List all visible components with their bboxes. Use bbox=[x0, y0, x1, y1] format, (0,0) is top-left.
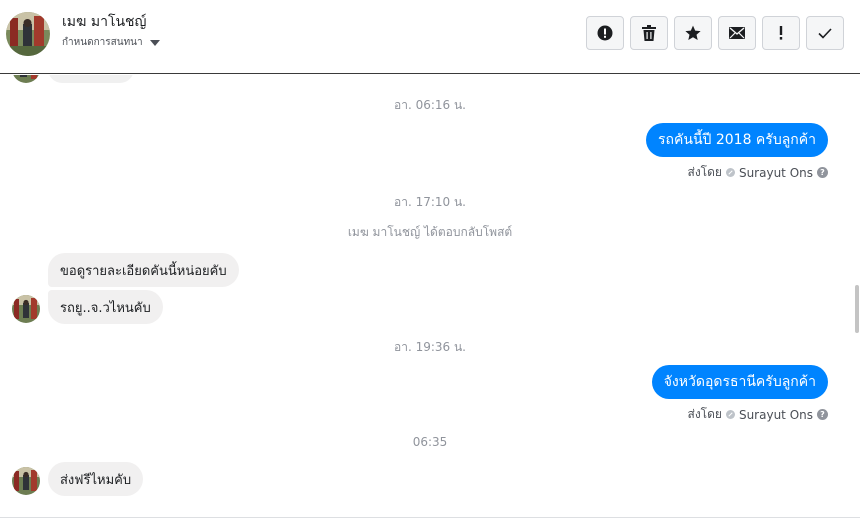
incoming-message[interactable]: ขอดูรายละเอียดคันนี้หน่อยคับ bbox=[48, 253, 239, 287]
sent-by-label: ส่งโดย bbox=[687, 165, 722, 179]
help-icon[interactable]: ? bbox=[817, 167, 828, 178]
contact-avatar-small bbox=[12, 75, 40, 83]
star-icon bbox=[685, 25, 701, 40]
outgoing-message[interactable]: จังหวัดอุดรธานีครับลูกค้า bbox=[651, 365, 828, 399]
contact-avatar-small[interactable] bbox=[12, 295, 40, 323]
exclamation-icon bbox=[779, 26, 783, 40]
timestamp: อา. 06:16 น. bbox=[394, 98, 466, 112]
contact-avatar-small[interactable] bbox=[12, 467, 40, 495]
mark-unread-button[interactable] bbox=[718, 16, 756, 50]
verified-icon bbox=[725, 410, 735, 419]
star-button[interactable] bbox=[674, 16, 712, 50]
trash-icon bbox=[642, 25, 656, 41]
checkmark-icon bbox=[818, 27, 832, 39]
sent-by-info: ส่งโดย Surayut Ons ? bbox=[687, 405, 828, 424]
caret-down-icon bbox=[149, 39, 160, 46]
sent-by-label: ส่งโดย bbox=[687, 407, 722, 421]
timestamp: อา. 17:10 น. bbox=[394, 195, 466, 209]
conversation-toolbar bbox=[586, 16, 844, 50]
thread-scrollbar[interactable] bbox=[855, 285, 859, 333]
contact-name[interactable]: เมฆ มาโนชญ์ bbox=[62, 11, 146, 33]
sender-name[interactable]: Surayut Ons bbox=[739, 408, 813, 422]
verified-icon bbox=[725, 168, 735, 177]
envelope-icon bbox=[729, 27, 745, 39]
help-icon[interactable]: ? bbox=[817, 409, 828, 420]
timestamp: อา. 19:36 น. bbox=[394, 340, 466, 354]
conversation-label-dropdown[interactable]: กำหนดการสนทนา bbox=[62, 35, 160, 50]
delete-button[interactable] bbox=[630, 16, 668, 50]
alert-circle-icon bbox=[597, 25, 613, 41]
sender-name[interactable]: Surayut Ons bbox=[739, 166, 813, 180]
timestamp: 06:35 bbox=[412, 435, 448, 449]
incoming-message[interactable]: ส่งฟรีไหมคับ bbox=[48, 462, 144, 496]
incoming-message[interactable]: รถยู..จ.วไหนคับ bbox=[48, 290, 163, 324]
contact-avatar[interactable] bbox=[6, 12, 50, 56]
sent-by-info: ส่งโดย Surayut Ons ? bbox=[687, 163, 828, 182]
incoming-message[interactable] bbox=[48, 75, 134, 83]
conversation-label-text: กำหนดการสนทนา bbox=[62, 37, 143, 48]
report-button[interactable] bbox=[586, 16, 624, 50]
message-thread[interactable]: อา. 06:16 น. รถคันนี้ปี 2018 ครับลูกค้า … bbox=[0, 75, 860, 520]
system-notice: เมฆ มาโนชญ์ ได้ตอบกลับโพสต์ bbox=[347, 225, 513, 239]
composer-divider bbox=[0, 517, 860, 518]
spam-button[interactable] bbox=[762, 16, 800, 50]
conversation-header: เมฆ มาโนชญ์ กำหนดการสนทนา bbox=[0, 0, 860, 74]
done-button[interactable] bbox=[806, 16, 844, 50]
outgoing-message[interactable]: รถคันนี้ปี 2018 ครับลูกค้า bbox=[646, 123, 828, 157]
